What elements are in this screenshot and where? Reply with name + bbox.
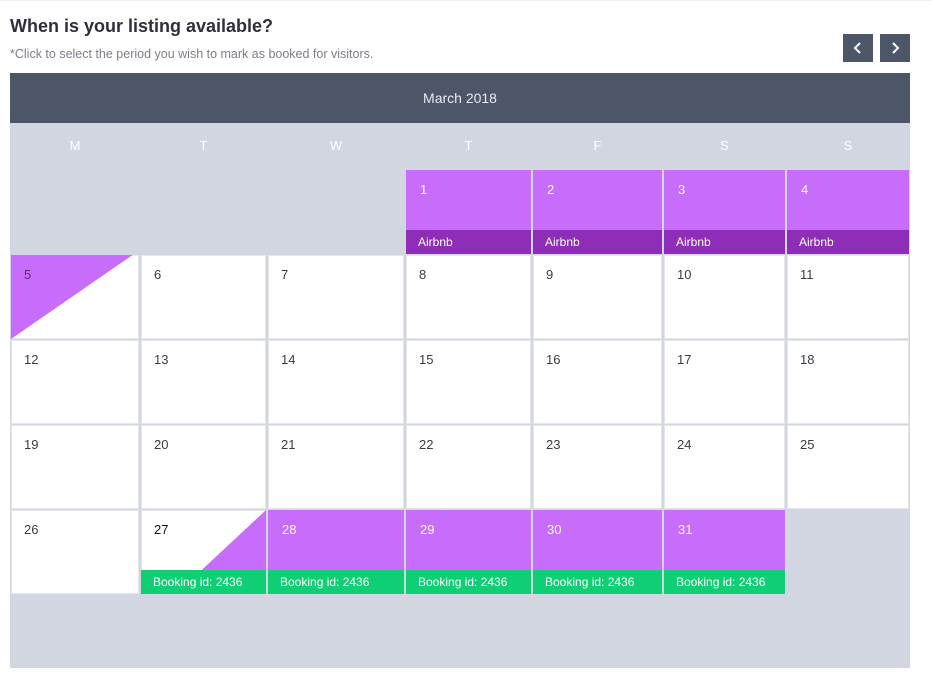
chevron-left-icon: [853, 42, 861, 54]
day-number: 22: [419, 437, 434, 452]
day-number: 10: [677, 267, 692, 282]
weekday-header: M: [69, 138, 81, 153]
calendar-day-30[interactable]: 30 Booking id: 2436: [533, 510, 662, 594]
calendar-day-9[interactable]: 9: [533, 255, 662, 339]
day-number: 23: [546, 437, 561, 452]
airbnb-booking-label: Airbnb: [533, 230, 662, 254]
day-number: 31: [678, 522, 693, 537]
day-number: 2: [547, 182, 555, 197]
booking-id-label: Booking id: 2436: [141, 570, 266, 594]
calendar-day-8[interactable]: 8: [406, 255, 531, 339]
calendar-day-20[interactable]: 20: [141, 425, 266, 509]
calendar-day-28[interactable]: 28 Booking id: 2436: [268, 510, 404, 594]
booking-id-label: Booking id: 2436: [533, 570, 662, 594]
calendar-day-26[interactable]: 26: [11, 510, 139, 594]
calendar-day-13[interactable]: 13: [141, 340, 266, 424]
top-divider: [0, 0, 932, 1]
chevron-right-icon: [892, 42, 900, 54]
day-number: 12: [24, 352, 39, 367]
calendar: March 2018 M T W T F S S 1 Airbnb 2 Airbnb 3 Airbnb 4…: [10, 73, 910, 668]
calendar-day-19[interactable]: 19: [11, 425, 139, 509]
day-number: 9: [546, 267, 554, 282]
calendar-day-11[interactable]: 11: [787, 255, 909, 339]
calendar-day-5[interactable]: 5: [11, 255, 139, 339]
calendar-day-3[interactable]: 3 Airbnb: [664, 170, 785, 254]
calendar-day-4[interactable]: 4 Airbnb: [787, 170, 909, 254]
booking-id-label: Booking id: 2436: [268, 570, 404, 594]
day-number: 3: [678, 182, 686, 197]
day-number: 20: [154, 437, 169, 452]
calendar-day-27[interactable]: 27 Booking id: 2436: [141, 510, 266, 594]
day-number: 30: [547, 522, 562, 537]
calendar-day-7[interactable]: 7: [268, 255, 404, 339]
weekday-header: S: [843, 138, 853, 153]
calendar-day-2[interactable]: 2 Airbnb: [533, 170, 662, 254]
calendar-day-23[interactable]: 23: [533, 425, 662, 509]
day-number: 16: [546, 352, 561, 367]
calendar-day-1[interactable]: 1 Airbnb: [406, 170, 531, 254]
calendar-day-25[interactable]: 25: [787, 425, 909, 509]
weekday-header: W: [329, 138, 343, 153]
weekday-header: T: [199, 138, 208, 153]
prev-month-button[interactable]: [843, 34, 873, 62]
calendar-day-29[interactable]: 29 Booking id: 2436: [406, 510, 531, 594]
day-number: 29: [420, 522, 435, 537]
page-subtitle: *Click to select the period you wish to …: [10, 47, 374, 61]
calendar-day-6[interactable]: 6: [141, 255, 266, 339]
day-number: 8: [419, 267, 427, 282]
day-number: 14: [281, 352, 296, 367]
booking-id-label: Booking id: 2436: [406, 570, 531, 594]
calendar-day-31[interactable]: 31 Booking id: 2436: [664, 510, 785, 594]
page-title: When is your listing available?: [10, 16, 274, 36]
day-number: 21: [281, 437, 296, 452]
day-number: 4: [801, 182, 809, 197]
day-number: 27: [154, 522, 169, 537]
day-number: 5: [24, 267, 32, 282]
day-number: 26: [24, 522, 39, 537]
day-number: 11: [800, 267, 814, 282]
calendar-day-12[interactable]: 12: [11, 340, 139, 424]
day-number: 1: [420, 182, 428, 197]
calendar-day-24[interactable]: 24: [664, 425, 785, 509]
calendar-day-14[interactable]: 14: [268, 340, 404, 424]
day-number: 18: [800, 352, 815, 367]
day-number: 24: [677, 437, 692, 452]
weekday-header: F: [593, 138, 602, 153]
next-month-button[interactable]: [880, 34, 910, 62]
day-number: 28: [282, 522, 297, 537]
month-label: March 2018: [10, 73, 910, 123]
day-number: 19: [24, 437, 39, 452]
calendar-day-17[interactable]: 17: [664, 340, 785, 424]
weekday-header: S: [720, 138, 729, 153]
calendar-day-10[interactable]: 10: [664, 255, 785, 339]
booking-id-label: Booking id: 2436: [664, 570, 785, 594]
calendar-day-18[interactable]: 18: [787, 340, 909, 424]
calendar-day-22[interactable]: 22: [406, 425, 531, 509]
airbnb-booking-label: Airbnb: [664, 230, 785, 254]
airbnb-booking-label: Airbnb: [787, 230, 909, 254]
day-number: 15: [419, 352, 434, 367]
calendar-day-21[interactable]: 21: [268, 425, 404, 509]
day-number: 13: [154, 352, 169, 367]
day-number: 7: [281, 267, 289, 282]
day-number: 6: [154, 267, 162, 282]
day-number: 25: [800, 437, 815, 452]
calendar-day-16[interactable]: 16: [533, 340, 662, 424]
weekday-header: T: [464, 138, 473, 153]
calendar-day-15[interactable]: 15: [406, 340, 531, 424]
airbnb-booking-label: Airbnb: [406, 230, 531, 254]
day-number: 17: [677, 352, 692, 367]
